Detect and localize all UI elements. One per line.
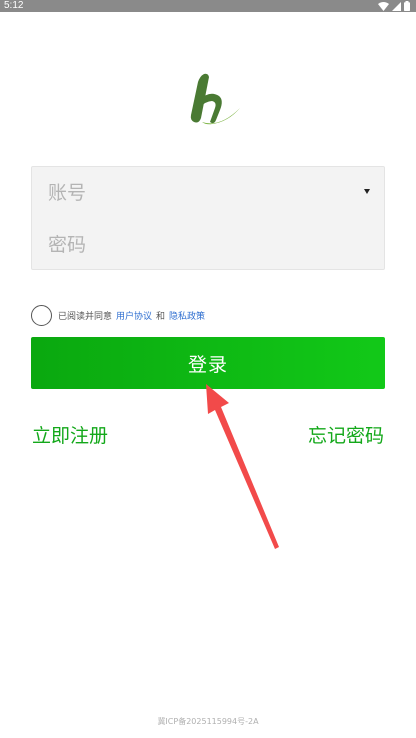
signal-icon (392, 1, 401, 11)
agreement-and-text: 和 (156, 311, 166, 322)
brand-logo-icon (190, 73, 240, 125)
agreement-text: 已阅读并同意 (58, 311, 113, 322)
forgot-password-link[interactable]: 忘记密码 (308, 424, 384, 448)
password-input[interactable] (48, 227, 348, 263)
status-time: 5:12 (4, 0, 24, 11)
status-icons (378, 1, 410, 11)
agreement-row: 已阅读并同意 用户协议 和 隐私政策 (31, 304, 205, 326)
icp-footer: 冀ICP备2025115994号-2A (157, 717, 259, 726)
register-link[interactable]: 立即注册 (32, 424, 108, 448)
login-button[interactable]: 登录 (31, 337, 385, 389)
login-screen: 5:12 账号 已阅读并同意 用户协议 和 隐私政策 登录 立即注册 忘记密码 … (0, 0, 416, 738)
battery-icon (404, 1, 410, 11)
wifi-icon (378, 1, 389, 11)
account-dropdown-icon[interactable] (364, 189, 370, 194)
privacy-policy-link[interactable]: 隐私政策 (169, 309, 205, 322)
app-logo (182, 72, 242, 128)
agreement-checkbox[interactable] (31, 304, 52, 326)
account-field (32, 167, 384, 219)
password-field (32, 219, 384, 271)
user-agreement-link[interactable]: 用户协议 (116, 309, 152, 322)
account-input[interactable] (48, 175, 348, 211)
login-form (31, 166, 385, 270)
status-bar: 5:12 (0, 0, 416, 12)
